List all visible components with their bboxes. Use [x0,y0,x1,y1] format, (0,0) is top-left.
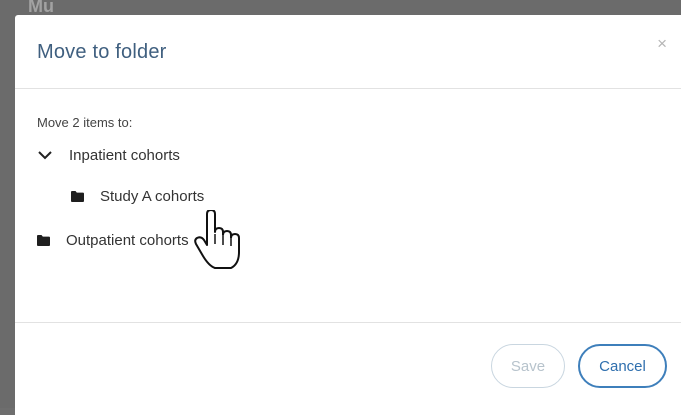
dialog-footer: Save Cancel [15,324,681,415]
folder-label: Inpatient cohorts [69,147,180,164]
close-icon[interactable]: × [657,35,667,52]
folder-item-outpatient-cohorts[interactable]: Outpatient cohorts [37,232,189,249]
cancel-button[interactable]: Cancel [578,344,667,388]
chevron-down-icon[interactable] [37,148,53,164]
save-button[interactable]: Save [491,344,565,388]
move-items-label: Move 2 items to: [37,115,133,130]
move-to-folder-dialog: Move to folder × Move 2 items to: Inpati… [15,15,681,415]
folder-label: Outpatient cohorts [66,232,189,249]
dialog-body: Move 2 items to: Inpatient cohorts Study… [15,90,681,323]
dialog-title: Move to folder [37,41,167,63]
folder-icon [37,235,50,246]
folder-icon [71,191,84,202]
folder-item-study-a-cohorts[interactable]: Study A cohorts [71,188,204,205]
folder-item-inpatient-cohorts[interactable]: Inpatient cohorts [37,147,180,164]
folder-label: Study A cohorts [100,188,205,205]
dialog-header: Move to folder × [15,15,681,89]
